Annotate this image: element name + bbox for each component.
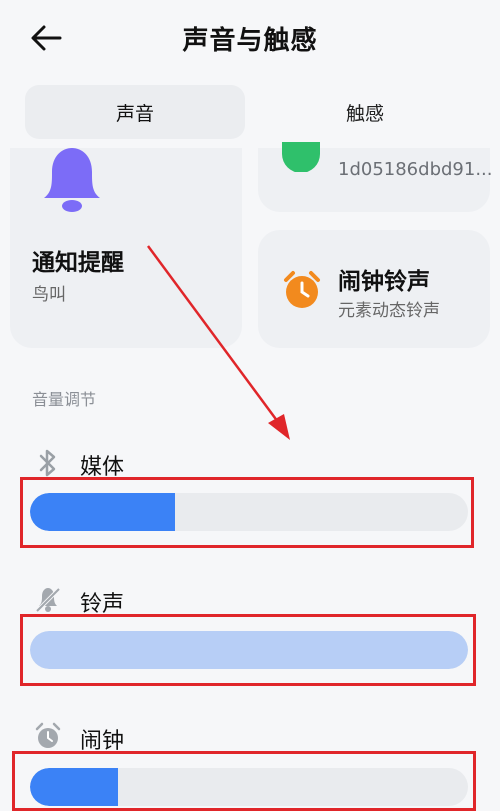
alarm-subtitle: 元素动态铃声 <box>338 301 440 321</box>
volume-section-label: 音量调节 <box>32 390 97 409</box>
alarm-clock-icon <box>282 270 322 310</box>
annotation-highlight-media <box>20 477 474 548</box>
notification-subtitle: 鸟叫 <box>32 285 66 305</box>
tab-sound[interactable]: 声音 <box>25 85 245 139</box>
annotation-highlight-ringtone <box>20 614 476 686</box>
bluetooth-icon <box>36 448 60 478</box>
alarm-clock-icon <box>34 722 62 750</box>
alarm-title: 闹钟铃声 <box>338 269 430 295</box>
phone-icon <box>282 142 320 172</box>
annotation-highlight-alarm <box>12 751 476 811</box>
bell-icon <box>38 148 106 214</box>
ringtone-subtitle: 1d05186dbd91... <box>338 159 493 180</box>
page-title: 声音与触感 <box>182 26 318 56</box>
notification-title: 通知提醒 <box>32 250 124 276</box>
tab-haptics[interactable]: 触感 <box>255 85 475 139</box>
bell-muted-icon <box>34 586 62 614</box>
